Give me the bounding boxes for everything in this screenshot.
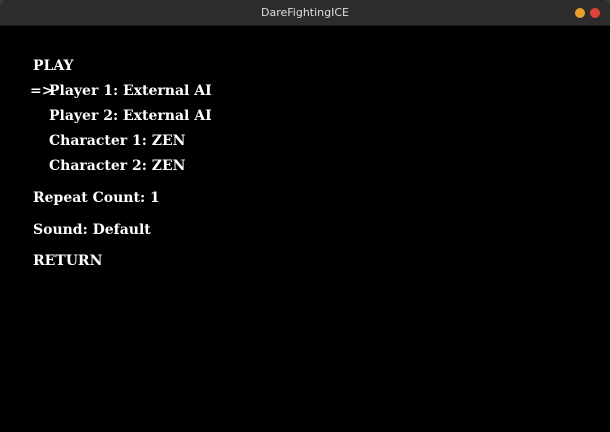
game-menu: => PLAY Player 1: External AI Player 2: … — [0, 26, 610, 432]
menu-item-player-1[interactable]: Player 1: External AI — [49, 82, 212, 100]
window-title: DareFightingICE — [261, 6, 349, 19]
menu-item-character-2[interactable]: Character 2: ZEN — [49, 157, 185, 175]
menu-item-character-1[interactable]: Character 1: ZEN — [49, 132, 185, 150]
menu-item-sound[interactable]: Sound: Default — [33, 221, 151, 239]
app-window: DareFightingICE => PLAY Player 1: Extern… — [0, 0, 610, 432]
close-button[interactable] — [590, 8, 600, 18]
menu-item-player-2[interactable]: Player 2: External AI — [49, 107, 212, 125]
title-bar[interactable]: DareFightingICE — [0, 0, 610, 26]
menu-item-return[interactable]: RETURN — [33, 252, 102, 270]
menu-item-repeat-count[interactable]: Repeat Count: 1 — [33, 189, 160, 207]
minimize-button[interactable] — [575, 8, 585, 18]
menu-item-play[interactable]: PLAY — [33, 57, 74, 75]
